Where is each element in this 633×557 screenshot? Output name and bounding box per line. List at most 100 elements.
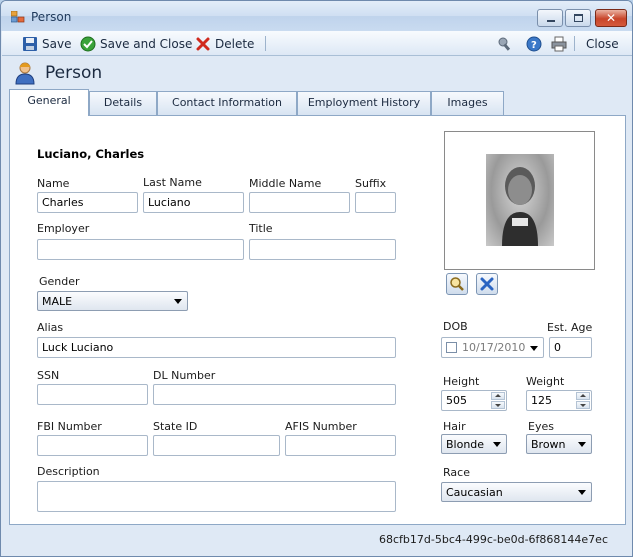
- minimize-icon: [547, 20, 555, 22]
- maximize-button[interactable]: [565, 9, 591, 27]
- weight-stepper[interactable]: 125: [526, 390, 592, 411]
- dob-value: 10/17/2010: [462, 341, 526, 354]
- delete-button[interactable]: Delete: [195, 34, 254, 53]
- save-and-close-button[interactable]: Save and Close: [80, 34, 192, 53]
- maximize-icon: [574, 14, 583, 22]
- gender-label: Gender: [39, 275, 80, 288]
- delete-label: Delete: [215, 36, 255, 51]
- chevron-down-icon: [578, 442, 586, 447]
- spin-down-icon[interactable]: [576, 401, 590, 409]
- tools-button[interactable]: [497, 34, 517, 53]
- dob-label: DOB: [443, 320, 468, 333]
- last-name-label: Last Name: [143, 176, 202, 189]
- delete-icon: [195, 36, 211, 52]
- close-label: Close: [586, 36, 619, 51]
- calendar-checkbox[interactable]: [446, 342, 457, 353]
- title-bar: Person ✕: [1, 1, 632, 31]
- photo-frame: [444, 131, 595, 270]
- person-window: Person ✕ Save Save and Close Delete ? Cl…: [0, 0, 633, 557]
- toolbar: Save Save and Close Delete ? Close: [2, 31, 632, 56]
- name-label: Name: [37, 177, 70, 190]
- save-icon: [22, 36, 38, 52]
- dl-number-field[interactable]: [153, 384, 396, 405]
- afis-number-label: AFIS Number: [285, 420, 357, 433]
- dob-picker[interactable]: 10/17/2010: [441, 337, 544, 358]
- save-button[interactable]: Save: [22, 34, 71, 53]
- title-field[interactable]: [249, 239, 396, 260]
- tab-employment-history[interactable]: Employment History: [297, 91, 431, 115]
- gender-select[interactable]: MALE: [37, 291, 188, 311]
- hair-label: Hair: [443, 420, 466, 433]
- employer-field[interactable]: [37, 239, 244, 260]
- hair-value: Blonde: [446, 438, 485, 451]
- toolbar-separator: [265, 36, 266, 51]
- person-display-name: Luciano, Charles: [37, 147, 145, 161]
- fbi-number-field[interactable]: [37, 435, 148, 456]
- tab-details[interactable]: Details: [89, 91, 157, 115]
- save-and-close-label: Save and Close: [100, 36, 193, 51]
- height-label: Height: [443, 375, 480, 388]
- name-field[interactable]: Charles: [37, 192, 138, 213]
- svg-text:?: ?: [531, 40, 537, 51]
- middle-name-field[interactable]: [249, 192, 350, 213]
- race-select[interactable]: Caucasian: [441, 482, 592, 502]
- remove-image-button[interactable]: [476, 273, 498, 295]
- est-age-field[interactable]: 0: [549, 337, 592, 358]
- last-name-field[interactable]: Luciano: [143, 192, 244, 213]
- weight-value: 125: [531, 394, 552, 407]
- eyes-value: Brown: [531, 438, 566, 451]
- eyes-label: Eyes: [528, 420, 554, 433]
- height-value: 505: [446, 394, 467, 407]
- ssn-field[interactable]: [37, 384, 148, 405]
- dl-number-label: DL Number: [153, 369, 216, 382]
- help-icon: ?: [526, 36, 542, 52]
- save-label: Save: [42, 36, 72, 51]
- alias-label: Alias: [37, 321, 64, 334]
- remove-x-icon: [479, 276, 495, 295]
- help-button[interactable]: ?: [526, 34, 546, 53]
- view-image-button[interactable]: [446, 273, 468, 295]
- general-panel: Luciano, Charles Name Charles Last Name …: [9, 115, 626, 525]
- window-title: Person: [31, 10, 72, 24]
- chevron-down-icon: [530, 346, 538, 351]
- person-photo: [486, 154, 554, 246]
- close-button[interactable]: Close: [586, 34, 619, 53]
- spin-up-icon[interactable]: [576, 392, 590, 400]
- save-close-icon: [80, 36, 96, 52]
- weight-label: Weight: [526, 375, 565, 388]
- minimize-button[interactable]: [537, 9, 563, 27]
- close-x-icon: ✕: [606, 11, 617, 25]
- tab-contact-information[interactable]: Contact Information: [157, 91, 297, 115]
- toolbar-separator: [574, 36, 575, 51]
- window-close-button[interactable]: ✕: [595, 9, 627, 27]
- gender-value: MALE: [42, 295, 73, 308]
- spin-down-icon[interactable]: [491, 401, 505, 409]
- tab-label: Images: [447, 96, 488, 109]
- tab-general[interactable]: General: [9, 89, 89, 116]
- ssn-label: SSN: [37, 369, 60, 382]
- page-title: Person: [45, 63, 103, 83]
- height-stepper[interactable]: 505: [441, 390, 507, 411]
- tab-label: Employment History: [307, 96, 421, 109]
- est-age-label: Est. Age: [547, 321, 593, 334]
- suffix-field[interactable]: [355, 192, 396, 213]
- app-icon: [10, 10, 25, 23]
- record-id: 68cfb17d-5bc4-499c-be0d-6f868144e7ec: [378, 533, 608, 546]
- race-value: Caucasian: [446, 486, 503, 499]
- tab-label: General: [27, 94, 71, 107]
- race-label: Race: [443, 466, 470, 479]
- hair-select[interactable]: Blonde: [441, 434, 507, 454]
- chevron-down-icon: [578, 490, 586, 495]
- eyes-select[interactable]: Brown: [526, 434, 592, 454]
- state-id-field[interactable]: [153, 435, 280, 456]
- tab-images[interactable]: Images: [431, 91, 504, 115]
- afis-number-field[interactable]: [285, 435, 396, 456]
- spin-up-icon[interactable]: [491, 392, 505, 400]
- print-button[interactable]: [551, 34, 571, 53]
- chevron-down-icon: [174, 299, 182, 304]
- description-field[interactable]: [37, 481, 396, 512]
- middle-name-label: Middle Name: [249, 177, 322, 190]
- alias-field[interactable]: Luck Luciano: [37, 337, 396, 358]
- tools-icon: [497, 36, 513, 52]
- page-header: Person: [2, 57, 632, 89]
